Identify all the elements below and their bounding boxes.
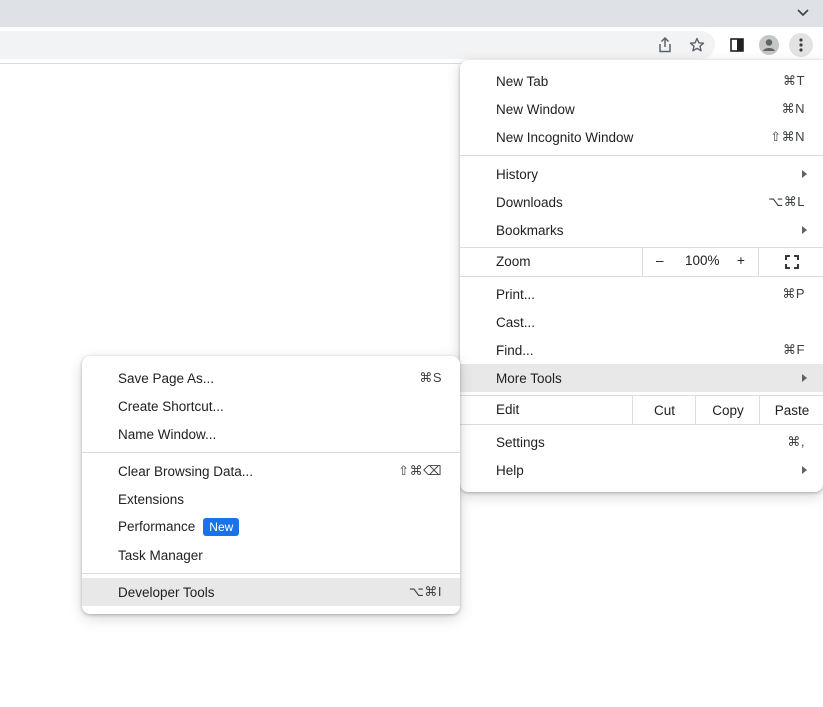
chevron-down-icon <box>797 9 809 17</box>
menu-item-label: Print... <box>496 286 536 302</box>
menu-item-shortcut: ⌘, <box>787 434 805 449</box>
menu-item-shortcut: ⌘N <box>781 101 805 116</box>
share-button[interactable] <box>653 33 677 57</box>
menu-item-label: More Tools <box>496 370 562 386</box>
menu-separator <box>460 155 823 156</box>
menu-item-label: Save Page As... <box>118 370 215 386</box>
tab-search-button[interactable] <box>793 3 813 23</box>
menu-item-label: New Tab <box>496 73 549 89</box>
zoom-level: 100% <box>685 253 720 268</box>
fullscreen-button[interactable] <box>758 247 823 277</box>
menu-item-label: Settings <box>496 434 545 450</box>
new-badge: New <box>203 518 240 536</box>
menu-item-print[interactable]: Print... ⌘P <box>460 280 823 308</box>
performance-label: Performance <box>118 519 196 534</box>
menu-item-create-shortcut[interactable]: Create Shortcut... <box>82 392 460 420</box>
menu-item-cast[interactable]: Cast... <box>460 308 823 336</box>
zoom-in-button[interactable]: + <box>737 253 745 268</box>
edit-label: Edit <box>496 402 520 417</box>
menu-item-shortcut: ⇧⌘⌫ <box>398 463 442 478</box>
menu-item-history[interactable]: History <box>460 160 823 188</box>
fullscreen-icon <box>784 255 799 269</box>
menu-item-new-window[interactable]: New Window ⌘N <box>460 95 823 123</box>
submenu-arrow-icon <box>802 170 807 178</box>
zoom-out-button[interactable]: – <box>656 253 664 268</box>
profile-icon <box>759 35 779 55</box>
share-icon <box>659 37 671 53</box>
menu-separator <box>460 276 823 277</box>
menu-item-save-page-as[interactable]: Save Page As... ⌘S <box>82 364 460 392</box>
menu-item-bookmarks[interactable]: Bookmarks <box>460 216 823 244</box>
tab-strip <box>0 0 823 27</box>
menu-item-clear-browsing-data[interactable]: Clear Browsing Data... ⇧⌘⌫ <box>82 457 460 485</box>
menu-item-label: Name Window... <box>118 426 217 442</box>
menu-item-extensions[interactable]: Extensions <box>82 485 460 513</box>
zoom-controls: – 100% + <box>642 247 759 277</box>
edit-row: Edit Cut Copy Paste <box>460 395 823 425</box>
menu-button[interactable] <box>789 33 813 57</box>
zoom-row: Zoom – 100% + <box>460 247 823 277</box>
profile-button[interactable] <box>757 33 781 57</box>
menu-item-label: Bookmarks <box>496 222 564 238</box>
menu-item-label: Help <box>496 462 524 478</box>
menu-item-label: Clear Browsing Data... <box>118 463 254 479</box>
menu-item-label: Downloads <box>496 194 563 210</box>
menu-item-shortcut: ⌘F <box>783 342 805 357</box>
menu-item-label: Find... <box>496 342 534 358</box>
menu-item-shortcut: ⇧⌘N <box>770 129 805 144</box>
copy-label: Copy <box>712 402 744 418</box>
menu-item-shortcut: ⌘P <box>782 286 805 301</box>
menu-item-new-tab[interactable]: New Tab ⌘T <box>460 67 823 95</box>
menu-item-label: Extensions <box>118 491 185 507</box>
menu-item-task-manager[interactable]: Task Manager <box>82 541 460 569</box>
submenu-arrow-icon <box>802 374 807 382</box>
menu-item-settings[interactable]: Settings ⌘, <box>460 428 823 456</box>
bookmark-star-icon <box>689 37 705 52</box>
menu-item-help[interactable]: Help <box>460 456 823 484</box>
address-bar[interactable] <box>0 31 715 59</box>
bookmark-star-button[interactable] <box>685 33 709 57</box>
paste-button[interactable]: Paste <box>759 395 823 425</box>
side-panel-button[interactable] <box>725 33 749 57</box>
submenu-arrow-icon <box>802 466 807 474</box>
submenu-arrow-icon <box>802 226 807 234</box>
zoom-label: Zoom <box>496 254 531 269</box>
menu-item-label: Developer Tools <box>118 584 215 600</box>
menu-item-label: Performance New <box>118 518 240 536</box>
menu-item-downloads[interactable]: Downloads ⌥⌘L <box>460 188 823 216</box>
menu-item-shortcut: ⌘S <box>419 370 442 385</box>
cut-label: Cut <box>653 402 675 418</box>
menu-item-label: New Incognito Window <box>496 129 634 145</box>
toolbar <box>0 27 823 64</box>
more-tools-submenu: Save Page As... ⌘S Create Shortcut... Na… <box>82 356 460 614</box>
menu-separator <box>460 424 823 425</box>
menu-item-label: History <box>496 166 539 182</box>
menu-item-label: Task Manager <box>118 547 203 563</box>
menu-item-shortcut: ⌥⌘L <box>768 194 805 209</box>
menu-item-label: Create Shortcut... <box>118 398 224 414</box>
menu-item-developer-tools[interactable]: Developer Tools ⌥⌘I <box>82 578 460 606</box>
menu-item-performance[interactable]: Performance New <box>82 513 460 541</box>
menu-item-label: Cast... <box>496 314 536 330</box>
menu-item-shortcut: ⌥⌘I <box>408 584 442 599</box>
menu-item-shortcut: ⌘T <box>783 73 805 88</box>
kebab-menu-icon <box>799 38 803 52</box>
menu-item-new-incognito-window[interactable]: New Incognito Window ⇧⌘N <box>460 123 823 151</box>
menu-item-label: New Window <box>496 101 575 117</box>
menu-item-more-tools[interactable]: More Tools <box>460 364 823 392</box>
menu-item-find[interactable]: Find... ⌘F <box>460 336 823 364</box>
side-panel-icon <box>730 38 744 52</box>
menu-separator <box>82 452 460 453</box>
cut-button[interactable]: Cut <box>632 395 696 425</box>
menu-separator <box>82 573 460 574</box>
paste-label: Paste <box>774 402 810 418</box>
copy-button[interactable]: Copy <box>695 395 760 425</box>
chrome-main-menu: New Tab ⌘T New Window ⌘N New Incognito W… <box>460 60 823 492</box>
menu-item-name-window[interactable]: Name Window... <box>82 420 460 448</box>
